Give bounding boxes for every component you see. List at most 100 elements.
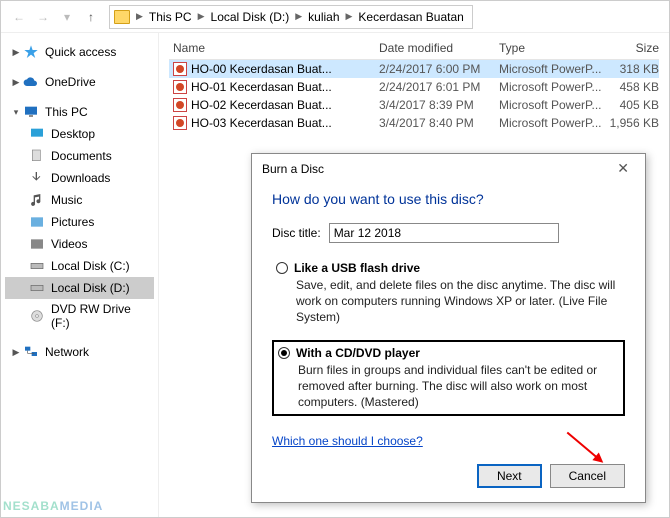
chevron-right-icon[interactable]: ▶ (344, 11, 355, 22)
sidebar-item-label: Pictures (51, 215, 94, 229)
file-type: Microsoft PowerP... (499, 62, 609, 76)
sidebar-item-label: Music (51, 193, 82, 207)
nav-forward-button[interactable]: → (31, 5, 55, 29)
sidebar-item-label: Downloads (51, 171, 110, 185)
powerpoint-icon (173, 116, 187, 130)
nav-back-button[interactable]: ← (7, 5, 31, 29)
file-name: HO-01 Kecerdasan Buat... (191, 80, 332, 94)
file-size: 318 KB (609, 62, 659, 76)
radio-icon[interactable] (278, 347, 290, 359)
disc-title-input[interactable] (329, 223, 559, 243)
file-name: HO-02 Kecerdasan Buat... (191, 98, 332, 112)
chevron-down-icon[interactable]: ▾ (11, 107, 21, 118)
chevron-right-icon[interactable]: ▶ (11, 347, 21, 358)
sidebar-item-label: Documents (51, 149, 112, 163)
nav-up-button[interactable]: ↑ (79, 5, 103, 29)
sidebar-item-label: Local Disk (C:) (51, 259, 130, 273)
column-header-type[interactable]: Type (499, 41, 609, 55)
address-bar[interactable]: ▶ This PC ▶ Local Disk (D:) ▶ kuliah ▶ K… (109, 5, 473, 29)
file-row[interactable]: HO-00 Kecerdasan Buat... 2/24/2017 6:00 P… (169, 60, 659, 78)
documents-icon (29, 148, 45, 164)
column-header-date[interactable]: Date modified (379, 41, 499, 55)
dialog-titlebar[interactable]: Burn a Disc ✕ (252, 154, 645, 183)
sidebar-item-this-pc[interactable]: ▾ This PC (5, 101, 154, 123)
cloud-icon (23, 74, 39, 90)
file-type: Microsoft PowerP... (499, 80, 609, 94)
file-date: 2/24/2017 6:00 PM (379, 62, 499, 76)
sidebar-item-label: Local Disk (D:) (51, 281, 130, 295)
option-description: Save, edit, and delete files on the disc… (296, 277, 621, 326)
dialog-buttons: Next Cancel (272, 464, 625, 488)
close-button[interactable]: ✕ (611, 160, 635, 177)
column-header-size[interactable]: Size (609, 41, 659, 55)
next-button[interactable]: Next (477, 464, 542, 488)
sidebar-item-desktop[interactable]: Desktop (5, 123, 154, 145)
sidebar-item-label: OneDrive (45, 75, 96, 89)
file-list-header[interactable]: Name Date modified Type Size (169, 37, 659, 60)
file-type: Microsoft PowerP... (499, 98, 609, 112)
sidebar-item-pictures[interactable]: Pictures (5, 211, 154, 233)
powerpoint-icon (173, 98, 187, 112)
chevron-right-icon[interactable]: ▶ (134, 11, 145, 22)
sidebar-item-onedrive[interactable]: ▶ OneDrive (5, 71, 154, 93)
help-link[interactable]: Which one should I choose? (272, 434, 423, 448)
chevron-right-icon[interactable]: ▶ (196, 11, 207, 22)
sidebar-item-documents[interactable]: Documents (5, 145, 154, 167)
chevron-right-icon[interactable]: ▶ (11, 47, 21, 58)
option-description: Burn files in groups and individual file… (298, 362, 619, 411)
sidebar-item-disk-c[interactable]: Local Disk (C:) (5, 255, 154, 277)
music-icon (29, 192, 45, 208)
breadcrumb-item[interactable]: kuliah (304, 10, 343, 24)
sidebar-item-label: Quick access (45, 45, 116, 59)
folder-icon (114, 10, 130, 24)
file-date: 3/4/2017 8:39 PM (379, 98, 499, 112)
file-row[interactable]: HO-03 Kecerdasan Buat...3/4/2017 8:40 PM… (169, 114, 659, 132)
downloads-icon (29, 170, 45, 186)
powerpoint-icon (173, 62, 187, 76)
sidebar-item-videos[interactable]: Videos (5, 233, 154, 255)
sidebar-item-label: Videos (51, 237, 87, 251)
breadcrumb-item[interactable]: Kecerdasan Buatan (354, 10, 467, 24)
watermark: NESABAMEDIA (3, 485, 103, 517)
videos-icon (29, 236, 45, 252)
powerpoint-icon (173, 80, 187, 94)
toolbar: ← → ▾ ↑ ▶ This PC ▶ Local Disk (D:) ▶ ku… (1, 1, 669, 33)
disc-icon (29, 308, 45, 324)
file-size: 1,956 KB (609, 116, 659, 130)
file-name: HO-00 Kecerdasan Buat... (191, 62, 332, 76)
monitor-icon (23, 104, 39, 120)
sidebar-item-music[interactable]: Music (5, 189, 154, 211)
nav-recent-button[interactable]: ▾ (55, 5, 79, 29)
sidebar-item-quick-access[interactable]: ▶ Quick access (5, 41, 154, 63)
star-icon (23, 44, 39, 60)
sidebar-item-disk-d[interactable]: Local Disk (D:) (5, 277, 154, 299)
chevron-right-icon[interactable]: ▶ (11, 77, 21, 88)
column-header-name[interactable]: Name (169, 41, 379, 55)
disk-icon (29, 280, 45, 296)
option-title: Like a USB flash drive (294, 261, 420, 275)
file-name: HO-03 Kecerdasan Buat... (191, 116, 332, 130)
sidebar-item-label: Desktop (51, 127, 95, 141)
chevron-right-icon[interactable]: ▶ (293, 11, 304, 22)
sidebar-item-network[interactable]: ▶ Network (5, 341, 154, 363)
sidebar-item-dvd[interactable]: DVD RW Drive (F:) (5, 299, 154, 333)
option-usb-flash-drive[interactable]: Like a USB flash drive Save, edit, and d… (272, 257, 625, 330)
sidebar-item-label: This PC (45, 105, 88, 119)
file-type: Microsoft PowerP... (499, 116, 609, 130)
sidebar-item-downloads[interactable]: Downloads (5, 167, 154, 189)
sidebar-item-label: Network (45, 345, 89, 359)
navigation-pane: ▶ Quick access ▶ OneDrive ▾ This PC Desk… (1, 33, 159, 517)
cancel-button[interactable]: Cancel (550, 464, 625, 488)
desktop-icon (29, 126, 45, 142)
option-title: With a CD/DVD player (296, 346, 420, 360)
option-cd-dvd-player[interactable]: With a CD/DVD player Burn files in group… (272, 340, 625, 417)
radio-icon[interactable] (276, 262, 288, 274)
disc-title-row: Disc title: (272, 223, 625, 243)
file-date: 2/24/2017 6:01 PM (379, 80, 499, 94)
file-row[interactable]: HO-02 Kecerdasan Buat... 3/4/2017 8:39 PM… (169, 96, 659, 114)
breadcrumb-item[interactable]: Local Disk (D:) (207, 10, 294, 24)
breadcrumb-item[interactable]: This PC (145, 10, 196, 24)
dialog-heading: How do you want to use this disc? (272, 191, 625, 207)
file-size: 458 KB (609, 80, 659, 94)
file-row[interactable]: HO-01 Kecerdasan Buat... 2/24/2017 6:01 P… (169, 78, 659, 96)
